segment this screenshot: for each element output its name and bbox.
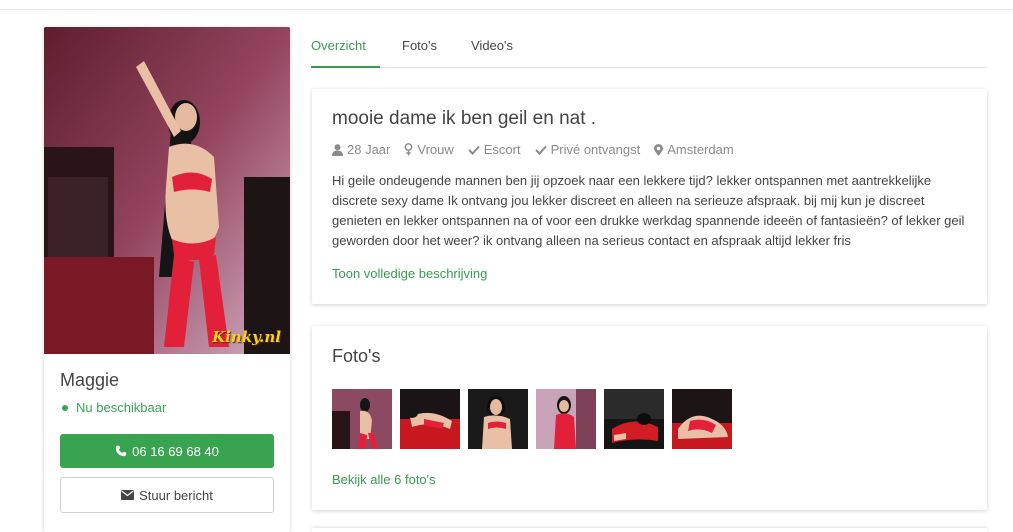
photos-title: Foto's (332, 346, 381, 366)
photo-thumbnails (332, 389, 740, 449)
meta-age: 28 Jaar (332, 142, 390, 157)
photo-thumbnail-2[interactable] (400, 389, 460, 449)
tab-photos[interactable]: Foto's (402, 27, 437, 68)
watermark-logo: Kinky.nl (212, 328, 281, 346)
profile-name: Maggie (60, 370, 120, 390)
send-message-button[interactable]: Stuur bericht (60, 477, 274, 513)
tab-overview[interactable]: Overzicht (311, 27, 380, 68)
description-title: mooie dame ik ben geil en nat . (332, 108, 597, 129)
view-all-photos-link[interactable]: Bekijk alle 6 foto's (332, 472, 436, 487)
description-text: Hi geile ondeugende mannen ben jij opzoe… (332, 173, 965, 248)
availability-status: Nu beschikbaar (62, 400, 166, 415)
photo-thumbnail-6[interactable] (672, 389, 732, 449)
availability-label: Nu beschikbaar (76, 400, 167, 415)
meta-gender: Vrouw (404, 142, 454, 157)
top-divider (0, 9, 1013, 10)
next-card-edge (312, 528, 987, 532)
status-dot-icon (62, 404, 68, 411)
photo-thumbnail-1[interactable] (332, 389, 392, 449)
user-icon (332, 143, 343, 156)
check-icon (468, 145, 480, 155)
phone-number-label: 06 16 69 68 40 (132, 443, 219, 459)
meta-service-escort: Escort (468, 142, 521, 157)
description-card: mooie dame ik ben geil en nat . 28 Jaar … (312, 89, 987, 304)
send-message-label: Stuur bericht (139, 487, 213, 503)
tab-videos[interactable]: Video's (471, 27, 513, 68)
meta-service-private: Privé ontvangst (534, 142, 640, 157)
photos-card: Foto's Bekijk alle 6 foto's (312, 326, 987, 510)
profile-photo[interactable]: Kinky.nl (44, 27, 290, 354)
map-marker-icon (654, 143, 664, 156)
call-button[interactable]: 06 16 69 68 40 (60, 434, 274, 468)
profile-card: Kinky.nl Maggie Nu beschikbaar 06 16 69 … (44, 27, 290, 532)
profile-photo-image (44, 27, 290, 354)
envelope-icon (121, 490, 135, 500)
phone-icon (115, 445, 127, 457)
profile-meta: 28 Jaar Vrouw Escort Privé ontvangst Ams… (332, 142, 748, 157)
gender-icon (404, 143, 413, 156)
show-full-description-link[interactable]: Toon volledige beschrijving (332, 266, 487, 281)
meta-location: Amsterdam (654, 142, 734, 157)
photo-thumbnail-3[interactable] (468, 389, 528, 449)
photo-thumbnail-4[interactable] (536, 389, 596, 449)
photo-thumbnail-5[interactable] (604, 389, 664, 449)
profile-tabs: Overzicht Foto's Video's (311, 27, 987, 68)
check-icon (534, 145, 547, 155)
